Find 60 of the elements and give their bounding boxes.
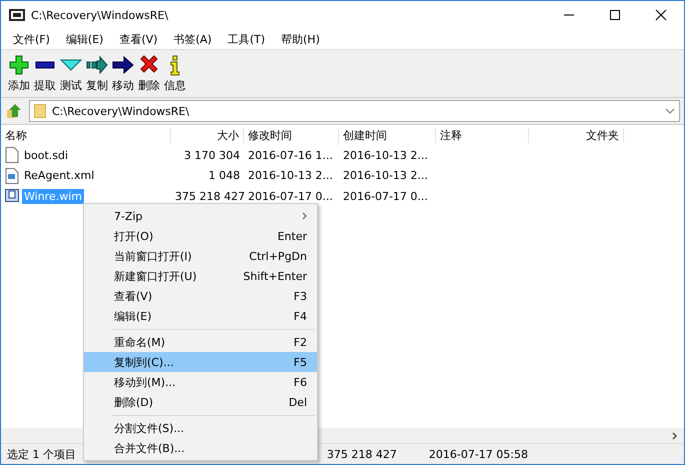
toolbar-button[interactable]: 复制 [85, 54, 109, 93]
address-field[interactable]: C:\Recovery\WindowsRE\ [29, 100, 680, 122]
menu-item[interactable]: 工具(T) [220, 32, 273, 46]
context-menu-item[interactable]: 合并文件(B)... [84, 438, 317, 458]
context-menu-item[interactable]: 查看(V) F3 [84, 286, 317, 306]
context-menu-item[interactable]: 7-Zip [84, 206, 317, 226]
column-header[interactable]: 创建时间 [339, 128, 436, 142]
menu-item[interactable]: 文件(F) [5, 32, 58, 46]
menu-item[interactable]: 帮助(H) [273, 32, 328, 46]
scroll-right-icon[interactable] [672, 432, 678, 440]
app-icon [9, 9, 25, 21]
context-menu-item[interactable]: 编辑(E) F4 [84, 306, 317, 326]
column-header[interactable]: 大小 [171, 128, 244, 142]
dropdown-icon [665, 107, 675, 115]
context-menu-item[interactable]: 新建窗口打开(U) Shift+Enter [84, 266, 317, 286]
size-cell-text: 1 048 [208, 169, 241, 182]
context-menu-item[interactable]: 删除(D) Del [84, 392, 317, 412]
context-menu-item[interactable]: 移动到(M)... F6 [84, 372, 317, 392]
menu-item[interactable]: 编辑(E) [58, 32, 112, 46]
context-menu-item[interactable]: 打开(O) Enter [84, 226, 317, 246]
toolbar-button[interactable]: 提取 [33, 54, 57, 93]
arrow-icon [112, 54, 134, 76]
minus-icon [34, 61, 56, 69]
date-cell-text: 2016-07-16 1... [247, 148, 334, 162]
column-header[interactable]: 注释 [436, 128, 529, 142]
date-cell-text: 2016-10-13 2... [342, 148, 429, 162]
chevron-icon [60, 59, 82, 71]
date-cell-text: 2016-10-13 2... [342, 169, 429, 182]
context-menu-item[interactable]: 复制到(C)... F5 [84, 352, 317, 372]
status-text: 选定 1 个项目 [6, 446, 77, 462]
status-text: 2016-07-17 05:58 [428, 448, 529, 460]
file-icon [5, 168, 19, 184]
size-cell-text: 375 218 427 [174, 190, 244, 203]
column-header[interactable]: 名称 [1, 128, 171, 142]
arrow-icon [86, 54, 108, 76]
up-folder-icon[interactable] [5, 102, 23, 120]
menu-item[interactable]: 书签(A) [166, 32, 220, 46]
menu-item[interactable]: 查看(V) [111, 32, 166, 46]
toolbar-button[interactable]: 信息 [163, 54, 187, 93]
context-menu-item[interactable]: 分割文件(S)... [84, 418, 317, 438]
toolbar-button[interactable]: 添加 [7, 54, 31, 93]
file-name[interactable]: boot.sdi [22, 148, 70, 163]
status-text: 375 218 427 [326, 448, 398, 460]
date-cell-text: 2016-07-17 0... [342, 190, 429, 203]
column-header[interactable]: 文件夹 [529, 128, 624, 142]
toolbar-button[interactable]: 移动 [111, 54, 135, 93]
date-cell-text: 2016-10-13 2... [247, 169, 334, 182]
context-menu-item[interactable]: 重命名(M) F2 [84, 332, 317, 352]
file-icon [5, 147, 19, 164]
toolbar-button[interactable]: 测试 [59, 54, 83, 93]
folder-icon [34, 104, 46, 118]
file-name[interactable]: ReAgent.xml [22, 168, 96, 184]
context-menu-item[interactable]: 当前窗口打开(I) Ctrl+PgDn [84, 246, 317, 266]
archive-icon [5, 188, 19, 204]
window-title: C:\Recovery\WindowsRE\ [31, 8, 168, 22]
plus-icon [8, 54, 30, 76]
date-cell-text: 2016-07-17 0... [247, 190, 334, 203]
toolbar-button[interactable]: 删除 [137, 54, 161, 93]
size-cell-text: 3 170 304 [183, 148, 241, 162]
column-header[interactable]: 修改时间 [244, 128, 339, 142]
